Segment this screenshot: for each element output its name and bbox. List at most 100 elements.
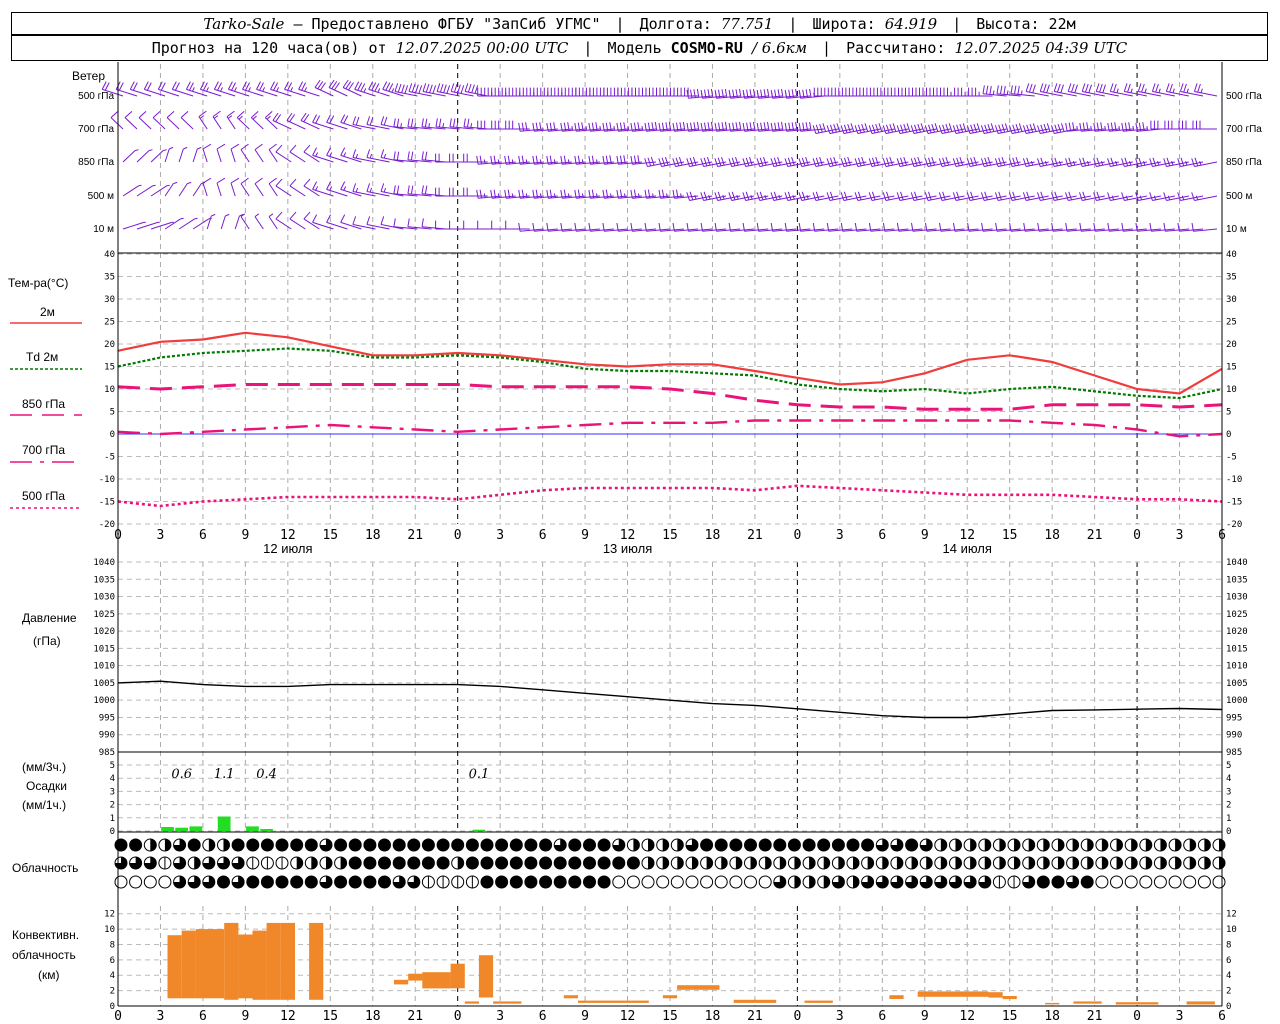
wind-barb	[966, 123, 993, 134]
day-label: 14 июля	[943, 541, 992, 556]
cloud-cover-symbol	[275, 838, 289, 852]
cloud-cover-symbol	[143, 838, 157, 852]
conv-tick-label-left: 4	[110, 971, 115, 981]
cloud-cover-symbol	[641, 856, 655, 870]
cloud-cover-symbol	[363, 856, 377, 870]
cloud-cover-symbol	[1051, 838, 1065, 852]
cloud-fill-full	[1037, 876, 1050, 888]
cloud-fill-full	[495, 876, 508, 888]
cloud-fill-half	[838, 857, 845, 869]
wind-barb	[268, 143, 278, 163]
cloud-cover-symbol	[1095, 875, 1109, 889]
cloud-fill-full	[276, 839, 288, 851]
cloud-cover-symbol	[114, 875, 128, 889]
conv-tick-label-right: 6	[1226, 956, 1231, 966]
cloud-fill-full	[539, 839, 552, 851]
cloud-fill-half	[721, 857, 728, 869]
cloud-cover-symbol	[568, 856, 582, 870]
wind-barb	[122, 221, 146, 230]
cloud-cover-symbol	[480, 856, 494, 870]
x-tick-label: 0	[114, 528, 122, 543]
cloud-cover-symbol	[553, 875, 567, 889]
convective-bar	[578, 1000, 649, 1003]
cloud-cover-symbol	[275, 856, 289, 870]
cloud-fill-half	[1116, 857, 1123, 869]
cloud-fill-half	[926, 857, 933, 869]
wind-barb	[491, 87, 516, 97]
cloud-cover-symbol	[597, 856, 611, 870]
cloud-cover-symbol	[392, 875, 406, 889]
cloud-cover-symbol	[1183, 856, 1197, 870]
cloud-fill-half	[662, 857, 669, 869]
wind-level-label-left: 850 гПа	[78, 157, 114, 168]
cloud-fill-full	[715, 839, 728, 851]
precip-title: Осадки	[26, 779, 67, 793]
cloud-cover-symbol	[465, 875, 479, 889]
wind-barb	[896, 123, 923, 134]
cloud-fill-full	[261, 876, 274, 888]
pressure-tick-label-left: 1040	[93, 558, 115, 568]
cloud-cover-symbol	[1168, 838, 1182, 852]
wind-barb	[1164, 120, 1189, 130]
convective-bar	[224, 922, 239, 1000]
cloud-fill-full	[583, 876, 596, 888]
wind-barb	[533, 87, 558, 97]
cloud-cover-symbol	[202, 875, 216, 889]
wind-barb	[240, 143, 250, 163]
x-tick-label-bottom: 12	[620, 1009, 636, 1024]
cloud-cover-symbol	[1036, 875, 1050, 889]
cloud-fill-half	[940, 839, 947, 851]
legend-label-850: 850 гПа	[22, 397, 65, 411]
cloud-cover-symbol	[231, 838, 245, 852]
conv-tick-label-right: 12	[1226, 910, 1237, 920]
cloud-fill-half	[940, 857, 947, 869]
temp-tick-label-left: -15	[99, 498, 115, 508]
wind-barb	[178, 146, 188, 163]
cloud-circle	[1153, 875, 1167, 889]
cloud-fill-full	[788, 839, 801, 851]
cloud-fill-half	[1175, 857, 1182, 869]
wind-barb	[212, 110, 222, 130]
cloud-cover-symbol	[480, 838, 494, 852]
convective-bar	[1002, 996, 1017, 1000]
cloud-fill-half	[311, 857, 318, 869]
wind-barb	[150, 149, 167, 163]
cloud-cover-symbol	[202, 838, 216, 852]
cloud-cover-symbol	[890, 856, 904, 870]
pressure-tick-label-right: 1005	[1226, 679, 1248, 689]
wind-barb	[234, 213, 244, 230]
x-tick-label: 0	[454, 528, 462, 543]
cloud-fill-full	[217, 876, 230, 888]
x-tick-label: 15	[322, 528, 338, 543]
x-tick-label-bottom: 0	[793, 1009, 801, 1024]
wind-level-label-right: 700 гПа	[1226, 124, 1262, 135]
cloud-cover-symbol	[934, 856, 948, 870]
x-tick-label-bottom: 12	[959, 1009, 975, 1024]
cloud-fill-full	[905, 839, 918, 851]
cloud-fill-half	[194, 857, 201, 869]
cloud-cover-symbol	[334, 875, 348, 889]
cloud-fill-half	[823, 876, 830, 888]
cloud-fill-full	[378, 876, 391, 888]
cloud-cover-symbol	[758, 838, 772, 852]
convective-bar	[691, 985, 720, 990]
temp-tick-label-left: -20	[99, 520, 115, 530]
cloud-cover-symbol	[1153, 875, 1167, 889]
cloud-fill-full	[773, 839, 786, 851]
cloud-fill-full	[246, 876, 259, 888]
cloud-cover-symbol	[173, 856, 187, 870]
wind-barb	[854, 123, 881, 134]
cloud-fill-full	[510, 839, 523, 851]
cloud-cover-symbol	[304, 838, 318, 852]
cloud-cover-symbol	[524, 838, 538, 852]
x-tick-label: 18	[1044, 528, 1060, 543]
cloud-fill-half	[823, 857, 830, 869]
cloud-cover-symbol	[1080, 838, 1094, 852]
wind-level-label-right: 850 гПа	[1226, 157, 1262, 168]
wind-barb	[138, 111, 152, 130]
cloud-cover-symbol	[744, 875, 757, 889]
wind-level-label-left: 500 гПа	[78, 91, 114, 102]
wind-barb	[216, 143, 226, 163]
cloud-cover-symbol	[158, 875, 172, 889]
cloud-cover-symbol	[831, 838, 845, 852]
